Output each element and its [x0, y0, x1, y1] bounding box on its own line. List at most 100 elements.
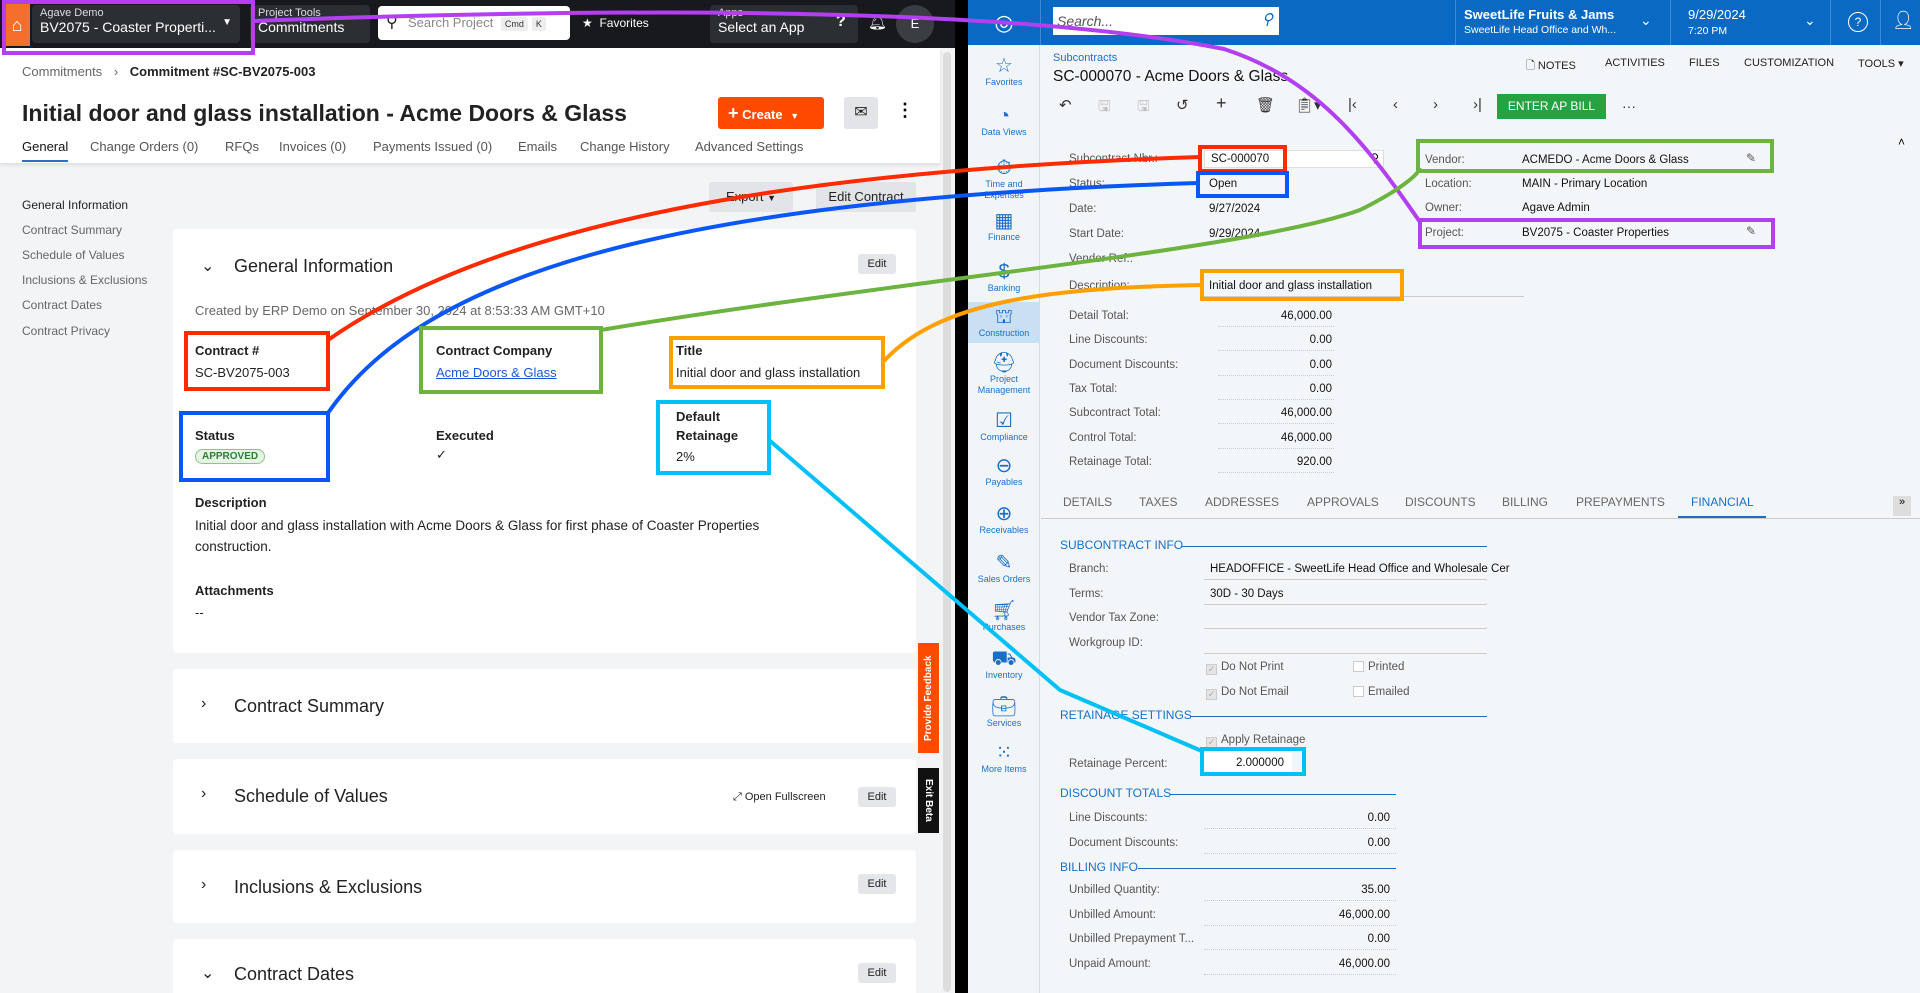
edit-contract-button[interactable]: Edit Contract: [816, 182, 916, 212]
favorites-button[interactable]: ★ Favorites: [582, 16, 649, 30]
back-icon[interactable]: ↶: [1059, 96, 1072, 114]
breadcrumb-commitments[interactable]: Commitments: [22, 64, 102, 79]
provide-feedback-tab[interactable]: Provide Feedback: [918, 643, 939, 753]
enter-ap-bill-button[interactable]: ENTER AP BILL: [1497, 94, 1606, 119]
home-icon[interactable]: ⌂: [4, 4, 30, 46]
tools-menu[interactable]: TOOLS ▾: [1858, 57, 1904, 70]
nav-purchases[interactable]: 🛒︎ Purchases: [968, 600, 1040, 633]
search-input[interactable]: Search... ⚲: [1053, 7, 1279, 35]
field-value[interactable]: HEADOFFICE - SweetLife Head Office and W…: [1210, 563, 1510, 575]
project-selector[interactable]: Agave Demo BV2075 - Coaster Properti... …: [32, 5, 240, 43]
tab-addresses[interactable]: ADDRESSES: [1205, 495, 1279, 509]
nav-compliance[interactable]: ☑ Compliance: [968, 410, 1040, 443]
tab-emails[interactable]: Emails: [518, 139, 557, 154]
project-value[interactable]: BV2075 - Coaster Properties: [1522, 227, 1669, 239]
help-icon[interactable]: ?: [1848, 12, 1868, 32]
tab-general[interactable]: General: [22, 139, 69, 162]
printed-checkbox[interactable]: Printed: [1353, 661, 1404, 673]
company-selector[interactable]: SweetLife Fruits & Jams SweetLife Head O…: [1464, 7, 1616, 36]
nav-more-items[interactable]: ⁙ More Items: [968, 742, 1040, 775]
tab-approvals[interactable]: APPROVALS: [1307, 495, 1379, 509]
avatar[interactable]: E: [896, 5, 934, 43]
edit-button[interactable]: Edit: [858, 963, 896, 983]
nav-finance[interactable]: ▦ Finance: [968, 210, 1040, 243]
retainage-percent-input[interactable]: 2.000000: [1204, 752, 1292, 772]
do-not-email-checkbox[interactable]: ✓ Do Not Email: [1206, 686, 1289, 700]
date-selector[interactable]: 9/29/2024 7:20 PM: [1688, 7, 1746, 37]
save-close-icon[interactable]: 🖫: [1098, 96, 1111, 121]
tab-taxes[interactable]: TAXES: [1139, 495, 1177, 509]
tab-advanced-settings[interactable]: Advanced Settings: [695, 139, 803, 154]
vendor-value[interactable]: ACMEDO - Acme Doors & Glass: [1522, 154, 1689, 166]
nav-inventory[interactable]: ⛟ Inventory: [968, 648, 1040, 681]
user-icon[interactable]: 👤︎: [1892, 10, 1915, 31]
location-value[interactable]: MAIN - Primary Location: [1522, 178, 1647, 190]
help-icon[interactable]: ?: [836, 13, 846, 31]
tab-billing[interactable]: BILLING: [1502, 495, 1548, 509]
nav-banking[interactable]: $ Banking: [968, 261, 1040, 294]
nav-contract-dates[interactable]: Contract Dates: [22, 298, 102, 312]
files-link[interactable]: FILES: [1689, 57, 1720, 69]
nav-payables[interactable]: ⊖ Payables: [968, 455, 1040, 488]
tab-discounts[interactable]: DISCOUNTS: [1405, 495, 1476, 509]
logo-icon[interactable]: ◎: [968, 0, 1040, 45]
tab-details[interactable]: DETAILS: [1063, 495, 1112, 509]
create-button[interactable]: + Create ▼: [718, 97, 824, 129]
open-fullscreen-button[interactable]: ⤢ Open Fullscreen: [733, 791, 826, 804]
bell-icon[interactable]: 🔔︎: [868, 13, 887, 31]
tab-change-history[interactable]: Change History: [580, 139, 670, 154]
tab-change-orders[interactable]: Change Orders (0): [90, 139, 198, 154]
nav-time-and-expenses[interactable]: ⏱ Time and Expenses: [968, 157, 1040, 201]
tab-rfqs[interactable]: RFQs: [225, 139, 259, 154]
delete-icon[interactable]: 🗑︎: [1256, 96, 1275, 114]
nav-construction[interactable]: ⛫ Construction: [968, 302, 1040, 343]
undo-icon[interactable]: ↺: [1176, 96, 1189, 114]
more-icon[interactable]: ···: [1622, 98, 1636, 114]
nav-inclusions-exclusions[interactable]: Inclusions & Exclusions: [22, 273, 147, 287]
nav-services[interactable]: 💼︎ Services: [968, 696, 1040, 729]
expand-icon[interactable]: »: [1893, 496, 1911, 516]
tab-financial[interactable]: FINANCIAL: [1691, 495, 1754, 509]
copy-paste-icon[interactable]: 📋︎▾: [1295, 96, 1322, 114]
nav-contract-privacy[interactable]: Contract Privacy: [22, 324, 110, 338]
nav-sales-orders[interactable]: ✎ Sales Orders: [968, 552, 1040, 585]
last-icon[interactable]: ›|: [1473, 96, 1482, 113]
owner-value[interactable]: Agave Admin: [1522, 202, 1590, 214]
nav-favorites[interactable]: ☆ Favorites: [968, 55, 1040, 88]
inclusions-exclusions-card[interactable]: › Inclusions & Exclusions Edit: [173, 850, 916, 923]
nav-data-views[interactable]: ◔ Data Views: [968, 105, 1040, 138]
pencil-icon[interactable]: ✎: [1746, 224, 1756, 238]
next-icon[interactable]: ›: [1433, 96, 1438, 113]
collapse-icon[interactable]: ˄: [1898, 135, 1905, 149]
edit-button[interactable]: Edit: [858, 874, 896, 894]
chevron-down-icon[interactable]: ⌄: [201, 256, 214, 276]
nav-schedule-of-values[interactable]: Schedule of Values: [22, 248, 125, 262]
more-options-icon[interactable]: ⋮: [896, 100, 914, 121]
chevron-right-icon[interactable]: ›: [201, 695, 206, 713]
nav-contract-summary[interactable]: Contract Summary: [22, 223, 122, 237]
tab-prepayments[interactable]: PREPAYMENTS: [1576, 495, 1665, 509]
contract-summary-card[interactable]: › Contract Summary: [173, 669, 916, 743]
do-not-print-checkbox[interactable]: ✓ Do Not Print: [1206, 661, 1284, 675]
activities-link[interactable]: ACTIVITIES: [1605, 57, 1665, 69]
edit-button[interactable]: Edit: [858, 254, 896, 274]
search-input[interactable]: ⚲ Search Project Cmd K: [378, 6, 570, 40]
pencil-icon[interactable]: ✎: [1746, 151, 1756, 165]
export-button[interactable]: Export ▼: [709, 182, 793, 212]
emailed-checkbox[interactable]: Emailed: [1353, 686, 1410, 698]
nav-general-information[interactable]: General Information: [22, 198, 128, 212]
contract-company-link[interactable]: Acme Doors & Glass: [436, 365, 557, 380]
customization-link[interactable]: CUSTOMIZATION: [1744, 57, 1834, 69]
contract-dates-card[interactable]: ⌄ Contract Dates Edit: [173, 939, 916, 993]
start-date-value[interactable]: 9/29/2024: [1209, 228, 1260, 240]
first-icon[interactable]: |‹: [1348, 96, 1357, 113]
schedule-of-values-card[interactable]: › Schedule of Values ⤢ Open Fullscreen E…: [173, 759, 916, 834]
nav-receivables[interactable]: ⊕ Receivables: [968, 503, 1040, 536]
date-value[interactable]: 9/27/2024: [1209, 203, 1260, 215]
tab-payments-issued[interactable]: Payments Issued (0): [373, 139, 492, 154]
scrollbar[interactable]: [943, 52, 951, 992]
notes-link[interactable]: 🗋 NOTES: [1526, 57, 1576, 76]
exit-beta-tab[interactable]: Exit Beta: [918, 768, 939, 833]
breadcrumb-subcontracts[interactable]: Subcontracts: [1053, 52, 1117, 64]
field-value[interactable]: 30D - 30 Days: [1210, 588, 1284, 600]
